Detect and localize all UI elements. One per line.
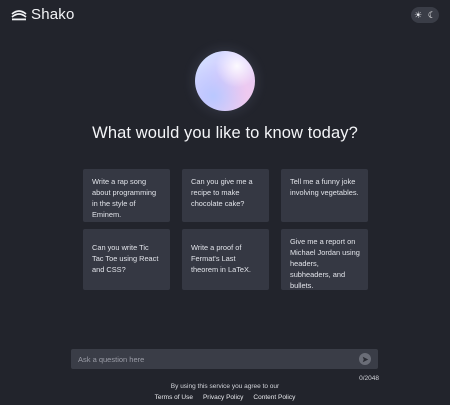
assistant-orb	[195, 51, 255, 111]
brand-name: Shako	[31, 6, 75, 23]
page-title: What would you like to know today?	[92, 124, 358, 142]
brand[interactable]: Shako	[11, 6, 75, 23]
prompt-card-tic-tac-toe[interactable]: Can you write Tic Tac Toe using React an…	[83, 229, 170, 290]
theme-toggle[interactable]: ☀ ☾	[411, 7, 439, 23]
top-bar: Shako ☀ ☾	[0, 0, 450, 30]
moon-icon: ☾	[427, 9, 436, 20]
content-policy-link[interactable]: Content Policy	[253, 394, 295, 401]
footer-links: Terms of Use Privacy Policy Content Poli…	[0, 394, 450, 401]
question-input[interactable]	[71, 349, 356, 369]
character-counter: 0/2048	[359, 375, 379, 382]
sun-icon: ☀	[414, 9, 423, 20]
footer-note: By using this service you agree to our	[170, 383, 280, 390]
send-button[interactable]	[359, 353, 371, 365]
logo-icon	[11, 9, 27, 20]
prompt-card-michael-jordan[interactable]: Give me a report on Michael Jordan using…	[281, 229, 368, 290]
privacy-policy-link[interactable]: Privacy Policy	[203, 394, 243, 401]
prompt-card-rap-song[interactable]: Write a rap song about programming in th…	[83, 169, 170, 222]
prompt-card-cake-recipe[interactable]: Can you give me a recipe to make chocola…	[182, 169, 269, 222]
prompt-card-fermat-proof[interactable]: Write a proof of Fermat's Last theorem i…	[182, 229, 269, 290]
prompt-card-vegetable-joke[interactable]: Tell me a funny joke involving vegetable…	[281, 169, 368, 222]
terms-of-use-link[interactable]: Terms of Use	[155, 394, 193, 401]
send-icon	[362, 356, 368, 362]
question-composer	[71, 349, 378, 369]
